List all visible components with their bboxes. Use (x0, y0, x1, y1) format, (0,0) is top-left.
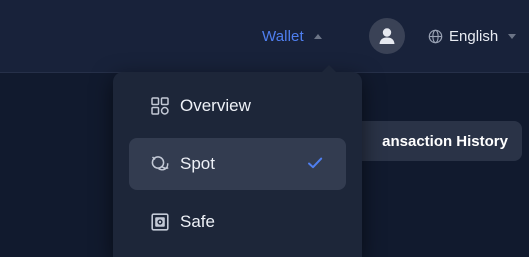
safe-icon (149, 211, 171, 233)
menu-item-label: Overview (180, 96, 251, 115)
check-icon (306, 154, 324, 177)
wallet-dropdown-menu: Overview Spot Safe (113, 65, 362, 257)
language-selector[interactable]: English (428, 24, 517, 48)
globe-icon (428, 29, 443, 43)
menu-item-spot[interactable]: Spot (129, 138, 346, 190)
grid-icon (149, 95, 171, 117)
user-avatar[interactable] (369, 18, 405, 54)
language-label: English (449, 27, 499, 45)
top-header: Wallet English (0, 0, 529, 73)
menu-item-overview[interactable]: Overview (129, 80, 346, 132)
menu-item-safe[interactable]: Safe (129, 196, 346, 248)
coins-icon (149, 153, 171, 175)
menu-pointer (321, 65, 337, 73)
transaction-history-label: ansaction History (382, 132, 508, 150)
caret-up-icon (313, 34, 322, 39)
wallet-label: Wallet (262, 27, 304, 45)
menu-item-label: Safe (180, 212, 215, 231)
menu-item-label: Spot (180, 154, 215, 173)
wallet-menu-toggle[interactable]: Wallet (262, 23, 322, 49)
page: Wallet English ansaction History Overvie… (0, 0, 529, 257)
user-icon (379, 28, 395, 44)
chevron-down-icon (508, 33, 517, 39)
